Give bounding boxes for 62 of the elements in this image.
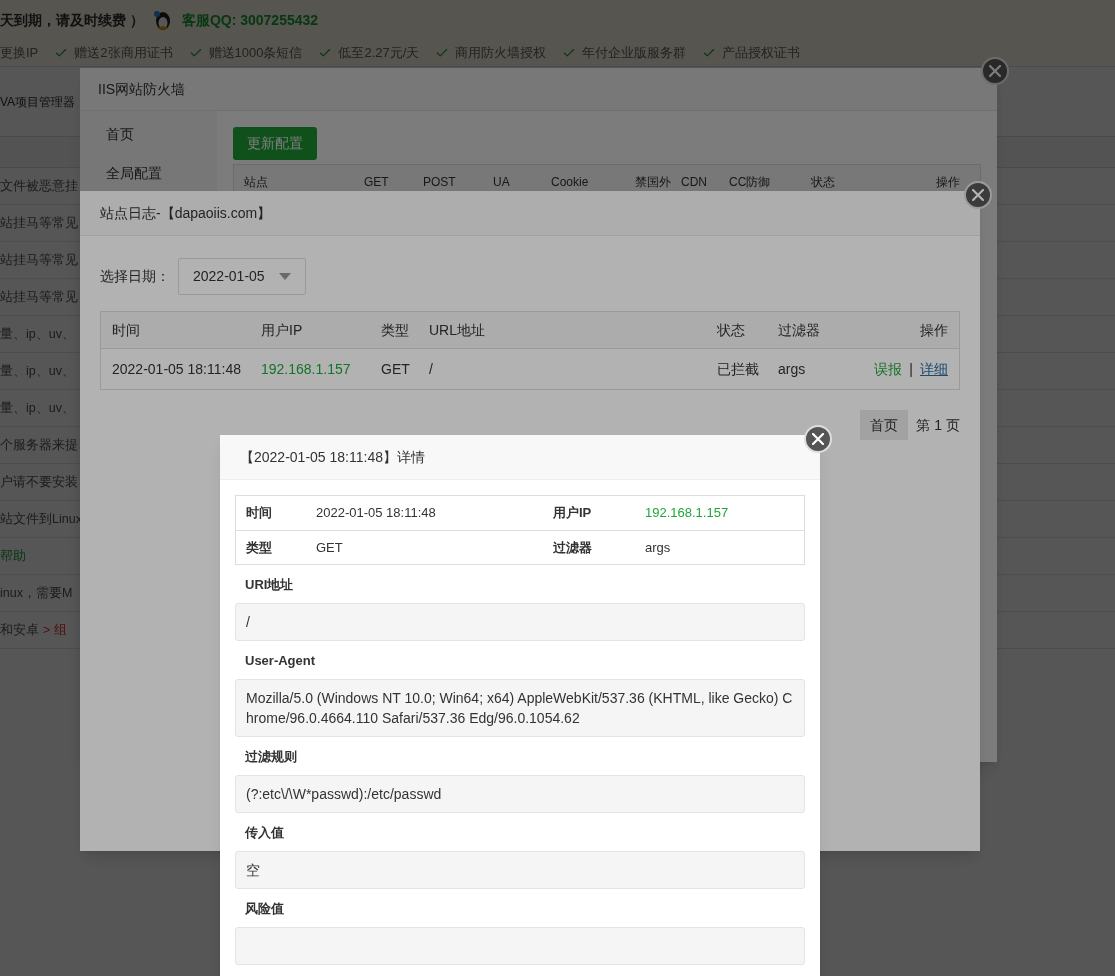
info-label: 类型 [246,538,273,557]
column-header: UA [493,174,511,191]
date-select[interactable]: 2022-01-05 [178,258,306,295]
table-cell-text: 192.168.1.157 [261,359,352,379]
close-icon [812,433,824,445]
table-cell-text: args [778,359,807,379]
column-header: 过滤器 [778,320,821,340]
list-item-text: 户请不要安装 [0,473,78,491]
list-item-text: 和安卓 [0,621,39,639]
column-header: CDN [681,174,708,191]
table-cell-text: 2022-01-05 18:11:48 [112,359,242,379]
sidebar-item[interactable]: 全局配置 [80,154,217,193]
field-value-box: (?:etc\/\W*passwd):/etc/passwd [235,775,805,813]
column-header: 用户IP [261,320,304,340]
field-label: URI地址 [244,576,295,595]
table-cell-text: / [429,359,434,379]
field-value-box: Mozilla/5.0 (Windows NT 10.0; Win64; x64) AppleWebKit/537.36 (KHTML, like Gecko) Chrome/96.0.4664.110 Safari/537.36 Edg/96.0.1054.62 [235,679,805,737]
info-label: 用户IP [553,504,593,523]
column-header: GET [364,174,390,191]
column-header: 禁国外 [635,174,672,191]
column-header: Cookie [551,174,590,191]
page-indicator: 第 1 页 [916,415,960,435]
column-header: POST [423,174,457,191]
dialog-title: IIS网站防火墙 [98,79,186,99]
update-config-button[interactable]: 更新配置 [233,127,317,160]
report-link[interactable]: 误报 [874,358,903,380]
field-label: 过滤规则 [244,748,298,767]
info-value: GET [316,538,344,557]
support-qq: 客服QQ: 3007255432 [181,10,319,30]
expiry-notice: 天到期，请及时续费 ） [0,10,144,30]
info-value: 2022-01-05 18:11:48 [316,504,437,523]
field-value-box: 空 [235,851,805,889]
field-label: 传入值 [243,824,285,843]
section-title: VA项目管理器 [0,93,76,111]
sidebar-item[interactable]: 首页 [80,115,217,154]
date-label: 选择日期： [100,267,170,286]
detail-link[interactable]: 详细 [920,358,948,380]
caret-icon [279,273,291,280]
column-header: 状态 [717,320,746,340]
separator: | [909,359,913,379]
info-value: 192.168.1.157 [645,504,730,523]
column-header: 状态 [811,174,836,191]
first-page-button[interactable]: 首页 [860,410,909,440]
close-icon [972,189,984,201]
field-value-box: / [235,603,805,641]
column-header: 操作 [935,174,960,191]
column-header: 类型 [381,320,410,340]
column-header: 操作 [919,320,948,340]
dialog-title: 站点日志-【dapaoiis.com】 [100,203,272,223]
column-header: URL地址 [429,320,486,340]
table-cell-text: 已拦截 [717,359,760,379]
column-header: 站点 [244,174,269,191]
close-icon [989,65,1001,77]
column-header: CC防御 [729,174,772,191]
info-label: 时间 [246,504,273,523]
table-cell-text: GET [381,359,411,379]
dialog-title: 【2022-01-05 18:11:48】详情 [240,447,425,467]
info-label: 过滤器 [553,538,593,557]
column-header: 时间 [112,320,141,340]
field-label: 风险值 [244,900,285,919]
field-label: User-Agent [244,652,317,671]
info-value: args [645,538,672,557]
